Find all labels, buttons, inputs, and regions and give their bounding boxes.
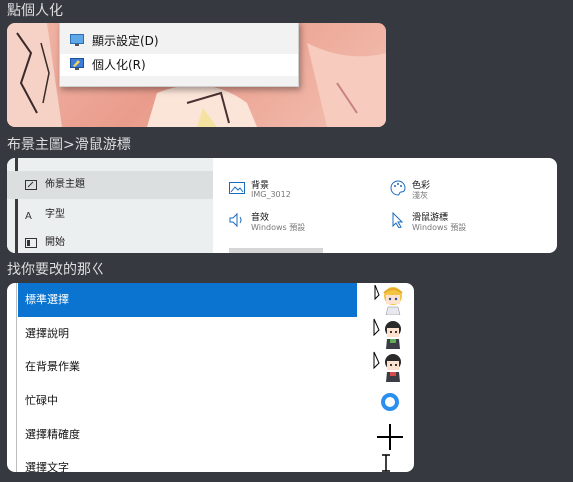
crosshair-icon [377, 424, 403, 450]
sidebar-item-font[interactable]: A 字型 [7, 201, 213, 229]
sidebar-item-label: 佈景主題 [45, 179, 85, 190]
personalize-icon [70, 58, 84, 70]
sound-icon [229, 212, 242, 228]
sidebar-item-start[interactable]: 開始 [7, 229, 213, 253]
sidebar-item-theme[interactable]: 佈景主題 [7, 171, 213, 199]
anime-girl-dark-cursor-icon [373, 318, 401, 349]
start-icon [25, 238, 37, 248]
display-icon [70, 34, 84, 46]
theme-icon [25, 180, 37, 190]
cursor-icon [392, 212, 404, 228]
horizontal-scrollbar[interactable] [229, 248, 323, 253]
list-item-precision-select[interactable]: 選擇精確度 [18, 418, 357, 452]
cursor-list-screenshot: 標準選擇 選擇說明 在背景作業 忙碌中 選擇精確度 選擇文字 [7, 283, 414, 472]
busy-ring-icon [381, 393, 399, 411]
menu-item-personalize[interactable]: 個人化(R) [60, 54, 298, 76]
font-icon: A [25, 211, 32, 221]
menu-item-label: 顯示設定(D) [92, 34, 159, 48]
anime-girl-blonde-cursor-icon [374, 284, 403, 315]
list-item-busy[interactable]: 忙碌中 [18, 384, 357, 418]
text-beam-icon [382, 454, 390, 472]
palette-icon [390, 180, 406, 196]
desktop-context-screenshot: 顯示設定(D) 個人化(R) [7, 23, 386, 127]
picture-icon [229, 182, 245, 194]
menu-item-label: 個人化(R) [92, 58, 146, 72]
list-item-label: 選擇精確度 [25, 428, 80, 441]
section-heading-find-cursor: 找你要改的那ㄍ [7, 262, 105, 278]
sidebar-item-label: 字型 [45, 209, 65, 220]
context-menu: 顯示設定(D) 個人化(R) [59, 23, 299, 87]
svg-text:A: A [25, 211, 32, 221]
setting-value: IMG_3012 [251, 190, 291, 199]
setting-value: Windows 預設 [251, 223, 306, 232]
settings-theme-screenshot: 佈景主題 A 字型 開始 背景 IMG_3012 色彩 淺灰 音效 Window… [7, 158, 557, 253]
list-item-normal-select[interactable]: 標準選擇 [18, 283, 357, 317]
list-item-label: 標準選擇 [25, 293, 69, 306]
setting-value: Windows 預設 [412, 223, 467, 232]
section-heading-theme-cursor: 布景主圖>滑鼠游標 [7, 137, 131, 153]
anime-girl-dark-cursor-icon [373, 351, 401, 382]
list-item-help-select[interactable]: 選擇說明 [18, 317, 357, 351]
list-border [16, 283, 17, 472]
list-item-label: 忙碌中 [25, 394, 58, 407]
list-item-text-select[interactable]: 選擇文字 [18, 451, 357, 472]
settings-sidebar: 佈景主題 A 字型 開始 [7, 158, 213, 253]
setting-value: 淺灰 [412, 191, 428, 200]
section-heading-personalize: 點個人化 [7, 3, 63, 19]
list-item-working-background[interactable]: 在背景作業 [18, 350, 357, 384]
list-item-label: 選擇說明 [25, 327, 69, 340]
list-item-label: 在背景作業 [25, 360, 80, 373]
sidebar-item-label: 開始 [45, 237, 65, 248]
menu-item-display-settings[interactable]: 顯示設定(D) [60, 30, 298, 52]
list-item-label: 選擇文字 [25, 461, 69, 472]
